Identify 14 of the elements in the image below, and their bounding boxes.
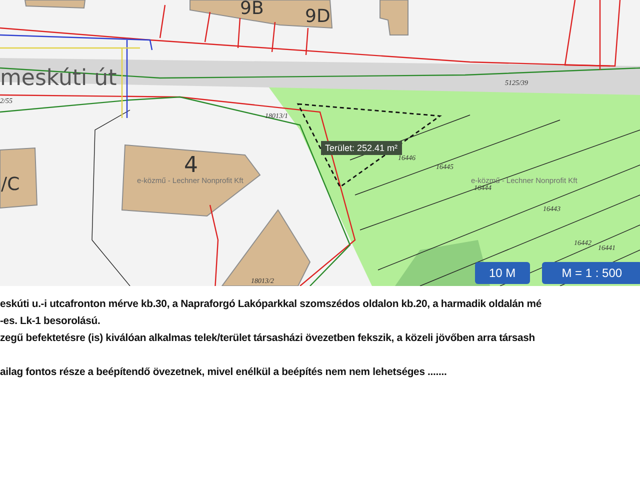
- description-text: ailag fontos része a beépítendő övezetnek, mivel enélkül a beépítés nem nem lehetséges .......: [0, 366, 447, 380]
- description-text: -es. Lk-1 besorolású.: [0, 315, 100, 329]
- building-shape: [380, 0, 408, 36]
- description-text: zegű befektetésre (is) kiválóan alkalmas telek/terület társasházi övezetben fekszik, a közeli jövőben arra társash: [0, 332, 535, 346]
- building-shape: [0, 147, 38, 209]
- scale-ratio-button[interactable]: M = 1 : 500: [542, 262, 640, 284]
- house-number: 9D: [305, 6, 330, 27]
- house-number: 9B: [240, 0, 264, 19]
- house-number: /C: [1, 174, 20, 195]
- house-number: 4: [184, 153, 198, 178]
- building-shape: [24, 0, 86, 9]
- area-label: Terület: 252.41 m²: [321, 141, 402, 155]
- description-text: eskúti u.-i utcafronton mérve kb.30, a Napraforgó Lakóparkkal szomszédos oldalon kb.20, a harmadik oldalán mé: [0, 298, 542, 312]
- scale-bar-button[interactable]: 10 M: [475, 262, 530, 284]
